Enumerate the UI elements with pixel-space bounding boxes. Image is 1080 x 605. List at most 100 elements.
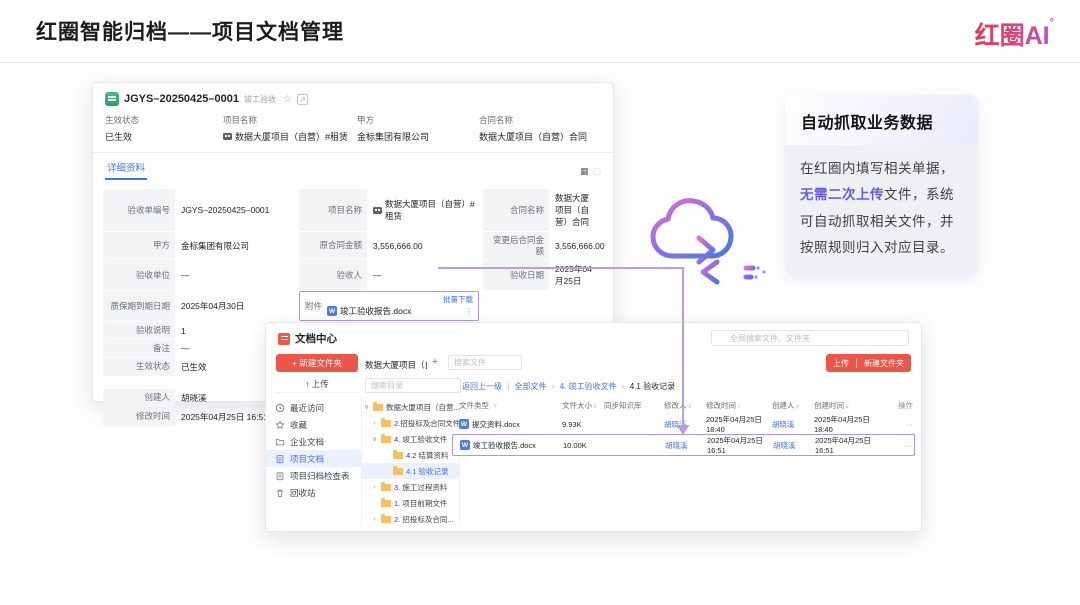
new-folder-button[interactable]: + 新建文件夹 bbox=[276, 354, 358, 372]
field-label: 附件 bbox=[305, 300, 323, 311]
sidebar-nav: 最近访问 收藏 企业文档 项目文档 项目归档检查表 回收站 bbox=[266, 397, 362, 527]
file-name[interactable]: 竣工验收报告.docx bbox=[473, 440, 536, 451]
top-upload-button[interactable]: 上传 bbox=[826, 358, 856, 369]
folder-icon bbox=[381, 498, 391, 507]
card-view-icon[interactable]: ▢ bbox=[592, 166, 601, 177]
favorite-star-icon[interactable]: ☆ bbox=[283, 94, 292, 105]
sidebar-item-recent[interactable]: 最近访问 bbox=[266, 399, 361, 416]
table-row-highlighted[interactable]: W 竣工验收报告.docx 10.00K 胡晓溪 2025年04月25日 16:5… bbox=[452, 434, 915, 456]
tab-details[interactable]: 详细资料 bbox=[105, 158, 148, 180]
attachment-file-name[interactable]: 竣工验收报告.docx bbox=[340, 305, 411, 317]
sidebar-item-project-docs[interactable]: 项目文档 bbox=[266, 450, 361, 467]
document-icon bbox=[105, 92, 119, 106]
batch-download-link[interactable]: 批量下载 bbox=[443, 295, 473, 304]
caret-icon[interactable]: ∨ bbox=[363, 403, 370, 411]
tree-item-root[interactable]: ∨ 数据大厦项目（自营... bbox=[361, 399, 459, 415]
column-header[interactable]: 创建人∨ bbox=[772, 400, 814, 411]
upload-button[interactable]: ↑ 上传 bbox=[276, 376, 358, 393]
sidebar-item-recycle-bin[interactable]: 回收站 bbox=[266, 484, 361, 501]
breadcrumb-link[interactable]: 4. 竣工验收文件 bbox=[560, 382, 617, 391]
header-divider bbox=[0, 62, 1080, 63]
global-search-input[interactable] bbox=[711, 330, 909, 346]
detail-row: 验收单编号 JGYS–20250425–0001 项目名称 数据大厦项目（自营）… bbox=[103, 189, 603, 231]
breadcrumb-link[interactable]: 全部文件 bbox=[515, 382, 547, 391]
tree-item[interactable]: › 2.招投标及合同文件 bbox=[361, 415, 459, 431]
modifier-link[interactable]: 胡晓溪 bbox=[665, 440, 707, 451]
detail-row-attachment: 质保期到期日期 2025年04月30日 附件 批量下载 W 竣工验收报告.doc… bbox=[103, 291, 603, 322]
sidebar-item-favorites[interactable]: 收藏 bbox=[266, 416, 361, 433]
tree-item-label: 数据大厦项目（自营... bbox=[386, 402, 459, 412]
sort-icon[interactable]: ↕ bbox=[737, 404, 740, 410]
page-title: 红圈智能归档——项目文档管理 bbox=[36, 21, 344, 44]
project-tab[interactable]: 数据大厦项目（自营... bbox=[365, 359, 427, 371]
more-actions-icon[interactable]: ⋮ bbox=[465, 307, 473, 316]
tree-item[interactable]: 1. 项目前期文件 bbox=[361, 495, 459, 511]
caret-icon[interactable]: › bbox=[371, 420, 378, 427]
breadcrumb-separator: › bbox=[551, 382, 555, 391]
grid-view-icon[interactable]: ▦ bbox=[580, 166, 589, 177]
column-header[interactable]: 文件大小∨ bbox=[562, 400, 604, 411]
sidebar-item-archive-checklist[interactable]: 项目归档检查表 bbox=[266, 467, 361, 484]
project-link[interactable]: 数据大厦项目（自营）#租赁 bbox=[385, 198, 477, 222]
creator-link[interactable]: 胡晓溪 bbox=[772, 419, 814, 430]
tree-item-label: 2. 招投标及合同... bbox=[394, 514, 454, 524]
sort-caret-icon[interactable]: ∨ bbox=[493, 402, 497, 409]
column-header[interactable]: 同步知识库 bbox=[604, 400, 664, 411]
row-actions-icon[interactable]: ··· bbox=[889, 441, 914, 450]
sort-caret-icon[interactable]: ∨ bbox=[593, 404, 597, 410]
contract-link[interactable]: 数据大厦项目（自营）合同 bbox=[479, 130, 601, 143]
sort-caret-icon[interactable]: ∨ bbox=[796, 404, 800, 410]
caret-icon[interactable]: ∨ bbox=[371, 435, 378, 443]
search-file-input[interactable] bbox=[448, 355, 522, 370]
folder-icon bbox=[381, 514, 391, 523]
search-directory-input[interactable] bbox=[365, 378, 461, 393]
column-header: 操作 bbox=[898, 401, 913, 410]
document-stack-icon bbox=[276, 454, 284, 463]
field-value[interactable]: 数据大厦项目（自营）#租赁 bbox=[367, 189, 483, 231]
field-label: 验收单编号 bbox=[103, 189, 175, 231]
tree-item[interactable]: › 2. 招投标及合同... bbox=[361, 511, 459, 527]
field-label: 合同名称 bbox=[483, 189, 549, 231]
callout-card: 自动抓取业务数据 在红圈内填写相关单据，无需二次上传文件，系统可自动抓取相关文件… bbox=[785, 95, 978, 277]
summary-fields: 生效状态 已生效 项目名称 数据大厦项目（自营）#租赁 甲方 金标集团有限公司 … bbox=[93, 111, 613, 153]
tree-item[interactable]: ∨ 4. 竣工验收文件 bbox=[361, 431, 459, 447]
column-header[interactable]: 创建时间∨ bbox=[814, 400, 888, 411]
open-external-icon[interactable]: ↗ bbox=[296, 93, 308, 105]
folder-icon bbox=[275, 438, 285, 445]
field-value: 已生效 bbox=[105, 132, 133, 142]
tree-item[interactable]: 4.2 结算资料 bbox=[361, 447, 459, 463]
contract-link[interactable]: 数据大厦项目（自营）合同 bbox=[549, 189, 603, 231]
caret-icon[interactable]: › bbox=[371, 484, 378, 491]
breadcrumb-back-link[interactable]: 返回上一级 bbox=[462, 382, 502, 391]
column-header[interactable]: 修改人∨ bbox=[664, 400, 706, 411]
tree-item[interactable]: › 3. 施工过程资料 bbox=[361, 479, 459, 495]
callout-title: 自动抓取业务数据 bbox=[785, 95, 978, 145]
attachment-file[interactable]: W 竣工验收报告.docx ⋮ bbox=[327, 305, 473, 317]
breadcrumb-separator: › bbox=[621, 382, 625, 391]
top-new-folder-button[interactable]: 新建文件夹 bbox=[857, 358, 911, 369]
sort-caret-icon[interactable]: ∨ bbox=[845, 404, 849, 410]
sort-caret-icon[interactable]: ∨ bbox=[688, 404, 692, 410]
company-link[interactable]: 金标集团有限公司 bbox=[357, 130, 479, 143]
modifier-link[interactable]: 胡晓溪 bbox=[664, 419, 706, 430]
folder-icon bbox=[373, 402, 383, 411]
project-link[interactable]: 数据大厦项目（自营）#租赁 bbox=[235, 130, 348, 143]
folder-icon bbox=[393, 466, 403, 475]
sidebar-item-enterprise-docs[interactable]: 企业文档 bbox=[266, 433, 361, 450]
column-header[interactable]: 修改时间↕ bbox=[706, 400, 772, 411]
field-value[interactable]: 数据大厦项目（自营）#租赁 bbox=[223, 130, 357, 143]
sidebar-item-label: 项目归档检查表 bbox=[290, 470, 350, 481]
table-row[interactable]: W 提交资料.docx 9.93K 胡晓溪 2025年04月25日 18:40 胡… bbox=[452, 414, 915, 434]
field-label: 验收日期 bbox=[483, 260, 549, 291]
company-link[interactable]: 金标集团有限公司 bbox=[175, 232, 299, 259]
tree-item-selected[interactable]: 4.1 验收记录 bbox=[361, 463, 459, 479]
file-name[interactable]: 提交资料.docx bbox=[472, 419, 520, 430]
add-tab-button[interactable]: + bbox=[432, 357, 438, 368]
slide-header: 红圈智能归档——项目文档管理 红圈AI° bbox=[0, 0, 1080, 62]
column-header[interactable]: 文件类型 ∨ bbox=[459, 400, 562, 411]
sidebar-item-label: 最近访问 bbox=[290, 402, 325, 413]
row-actions-icon[interactable]: ··· bbox=[888, 420, 915, 429]
callout-highlight: 无需二次上传 bbox=[800, 187, 884, 203]
creator-link[interactable]: 胡晓溪 bbox=[773, 440, 815, 451]
caret-icon[interactable]: › bbox=[371, 516, 378, 523]
